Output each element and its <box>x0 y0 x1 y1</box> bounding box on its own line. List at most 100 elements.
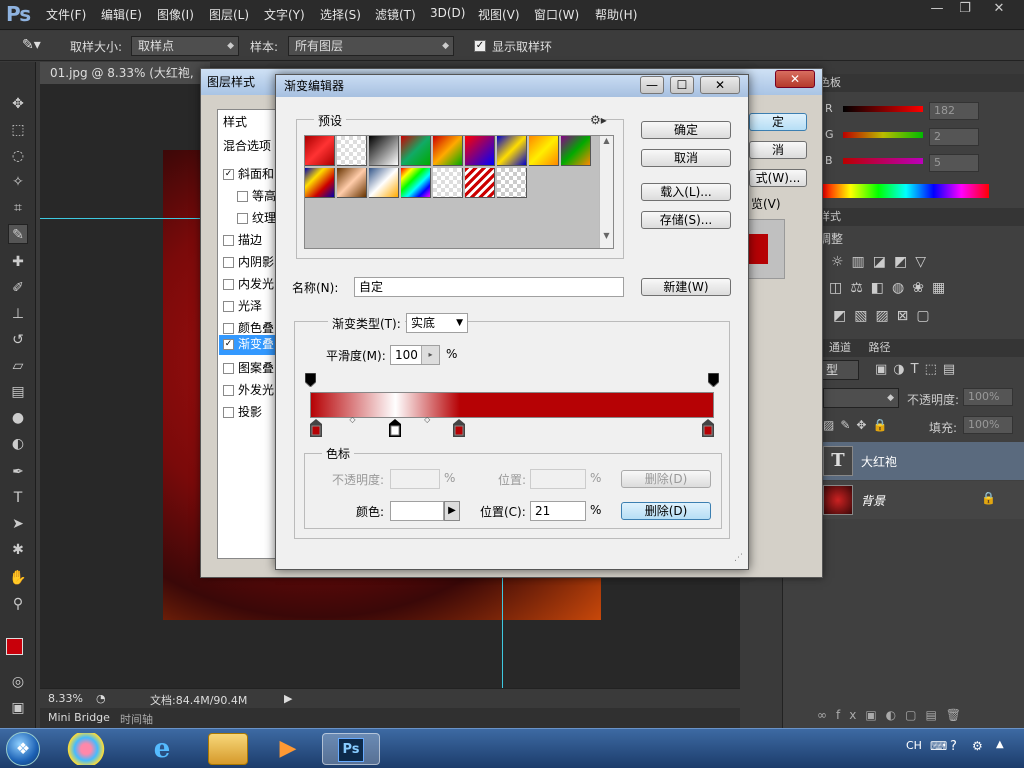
history-brush-icon[interactable]: ↺ <box>8 330 28 350</box>
opacity-stop-right[interactable] <box>707 372 720 388</box>
menu-image[interactable]: 图像(I) <box>157 6 194 23</box>
screen-mode-icon[interactable]: ▣ <box>8 698 28 718</box>
checkbox[interactable] <box>223 235 234 246</box>
lock-icons[interactable]: ▨✎✥🔒 <box>823 418 893 432</box>
eyedropper-tool-icon[interactable]: ✎ <box>8 224 28 244</box>
midpoint-diamond[interactable]: ◇ <box>424 415 430 424</box>
color-delete-button[interactable]: 删除(D) <box>621 502 711 520</box>
ok-button[interactable]: 确定 <box>641 121 731 139</box>
preset-swatch[interactable] <box>369 136 399 166</box>
stop-color-swatch[interactable] <box>390 501 444 521</box>
preset-swatch[interactable] <box>305 168 335 198</box>
style-item-stroke[interactable]: 描边 <box>223 231 281 253</box>
style-item-bevel[interactable]: ✓ 斜面和 <box>223 165 281 187</box>
zoom-tool-icon[interactable]: ⚲ <box>8 594 28 614</box>
opacity-stop-left[interactable] <box>304 372 317 388</box>
color-stop[interactable] <box>702 419 714 437</box>
layer-style-close-button[interactable]: ✕ <box>775 70 815 88</box>
menu-select[interactable]: 选择(S) <box>320 6 361 23</box>
menu-3d[interactable]: 3D(D) <box>430 6 465 20</box>
style-item-gradient-overlay[interactable]: ✓ 渐变叠 <box>219 335 281 355</box>
preset-swatch[interactable] <box>497 136 527 166</box>
tray-settings-icon[interactable]: ⚙ <box>972 739 983 753</box>
dodge-tool-icon[interactable]: ◐ <box>8 434 28 454</box>
preset-swatch[interactable] <box>433 136 463 166</box>
checkbox[interactable] <box>237 213 248 224</box>
foreground-color-swatch[interactable] <box>6 638 23 655</box>
blend-options-item[interactable]: 混合选项 <box>223 137 271 154</box>
color-location-input[interactable]: 21 <box>530 501 586 521</box>
layer-filter-icons[interactable]: ▣◑T⬚▤ <box>875 362 961 377</box>
preset-swatch[interactable] <box>561 136 591 166</box>
ge-maximize-button[interactable]: ☐ <box>670 76 694 94</box>
tab-timeline[interactable]: 时间轴 <box>120 711 153 727</box>
preset-swatch[interactable] <box>337 168 367 198</box>
checkbox[interactable] <box>223 279 234 290</box>
tab-channels[interactable]: 通道 <box>829 341 851 354</box>
checkbox[interactable] <box>223 385 234 396</box>
quick-select-icon[interactable]: ✧ <box>8 172 28 192</box>
play-icon[interactable]: ▶ <box>284 692 292 705</box>
r-value[interactable]: 182 <box>929 102 979 120</box>
smoothness-input[interactable]: 100 ▸ <box>390 345 440 365</box>
color-stops-track[interactable]: ◇ ◇ <box>310 415 714 439</box>
stop-opacity-input[interactable] <box>390 469 440 489</box>
ge-minimize-button[interactable]: — <box>640 76 664 94</box>
brush-tool-icon[interactable]: ✐ <box>8 278 28 298</box>
opacity-location-input[interactable] <box>530 469 586 489</box>
shape-tool-icon[interactable]: ✱ <box>8 540 28 560</box>
layer-style-cancel-button[interactable]: 消 <box>749 141 807 159</box>
menu-filter[interactable]: 滤镜(T) <box>375 6 416 23</box>
menu-edit[interactable]: 编辑(E) <box>101 6 142 23</box>
eraser-tool-icon[interactable]: ▱ <box>8 356 28 376</box>
restore-button[interactable]: ❐ <box>950 0 980 20</box>
preset-swatch[interactable] <box>305 136 335 166</box>
adjustment-icons-row3[interactable]: ◩▧▨⊠▢ <box>833 308 938 324</box>
preset-swatch[interactable] <box>337 136 367 166</box>
blur-tool-icon[interactable]: ● <box>8 408 28 428</box>
g-slider[interactable] <box>843 132 923 138</box>
preset-scrollbar[interactable]: ▲ ▼ <box>599 136 613 248</box>
adjustment-icons-row2[interactable]: ◫⚖◧◍❀▦ <box>829 280 953 296</box>
preset-swatch[interactable] <box>401 136 431 166</box>
r-slider[interactable] <box>843 106 923 112</box>
start-button[interactable]: ❖ <box>6 732 40 766</box>
checkbox[interactable] <box>237 191 248 202</box>
marquee-tool-icon[interactable]: ⬚ <box>8 120 28 140</box>
layer-opacity-field[interactable]: 100% <box>963 388 1013 406</box>
color-stop[interactable] <box>310 419 322 437</box>
document-tab[interactable]: 01.jpg @ 8.33% (大红袍, RG <box>40 62 210 102</box>
menu-help[interactable]: 帮助(H) <box>595 6 637 23</box>
layer-kind-select[interactable]: 型 <box>819 360 859 380</box>
menu-view[interactable]: 视图(V) <box>478 6 520 23</box>
menu-layer[interactable]: 图层(L) <box>209 6 249 23</box>
resize-grip-icon[interactable]: ⋰ <box>734 553 743 563</box>
path-select-icon[interactable]: ➤ <box>8 514 28 534</box>
gradient-preview-bar[interactable] <box>310 392 714 418</box>
menu-window[interactable]: 窗口(W) <box>534 6 579 23</box>
stepper-arrow-icon[interactable]: ▸ <box>421 346 439 364</box>
new-style-button[interactable]: 式(W)... <box>749 169 807 187</box>
name-input[interactable]: 自定 <box>354 277 624 297</box>
checkbox[interactable]: ✓ <box>223 339 234 350</box>
sample-select[interactable]: 所有图层 ◆ <box>288 36 454 56</box>
b-slider[interactable] <box>843 158 923 164</box>
show-ring-checkbox[interactable]: ✓ <box>474 40 486 52</box>
preset-swatch[interactable] <box>529 136 559 166</box>
styles-header[interactable]: 样式 <box>223 113 247 130</box>
new-button[interactable]: 新建(W) <box>641 278 731 296</box>
help-icon[interactable]: ? <box>950 739 957 754</box>
media-player-icon[interactable]: ▶ <box>268 733 308 765</box>
color-stop[interactable] <box>453 419 466 437</box>
checkbox[interactable] <box>223 363 234 374</box>
healing-tool-icon[interactable]: ✚ <box>8 252 28 272</box>
load-button[interactable]: 载入(L)... <box>641 183 731 201</box>
preset-swatch[interactable] <box>401 168 431 198</box>
g-value[interactable]: 2 <box>929 128 979 146</box>
color-picker-arrow-icon[interactable]: ▶ <box>444 501 460 521</box>
checkbox[interactable] <box>223 323 234 334</box>
preset-swatch[interactable] <box>433 168 463 198</box>
layer-style-ok-button[interactable]: 定 <box>749 113 807 131</box>
checkbox[interactable] <box>223 257 234 268</box>
move-tool-icon[interactable]: ✥ <box>8 94 28 114</box>
